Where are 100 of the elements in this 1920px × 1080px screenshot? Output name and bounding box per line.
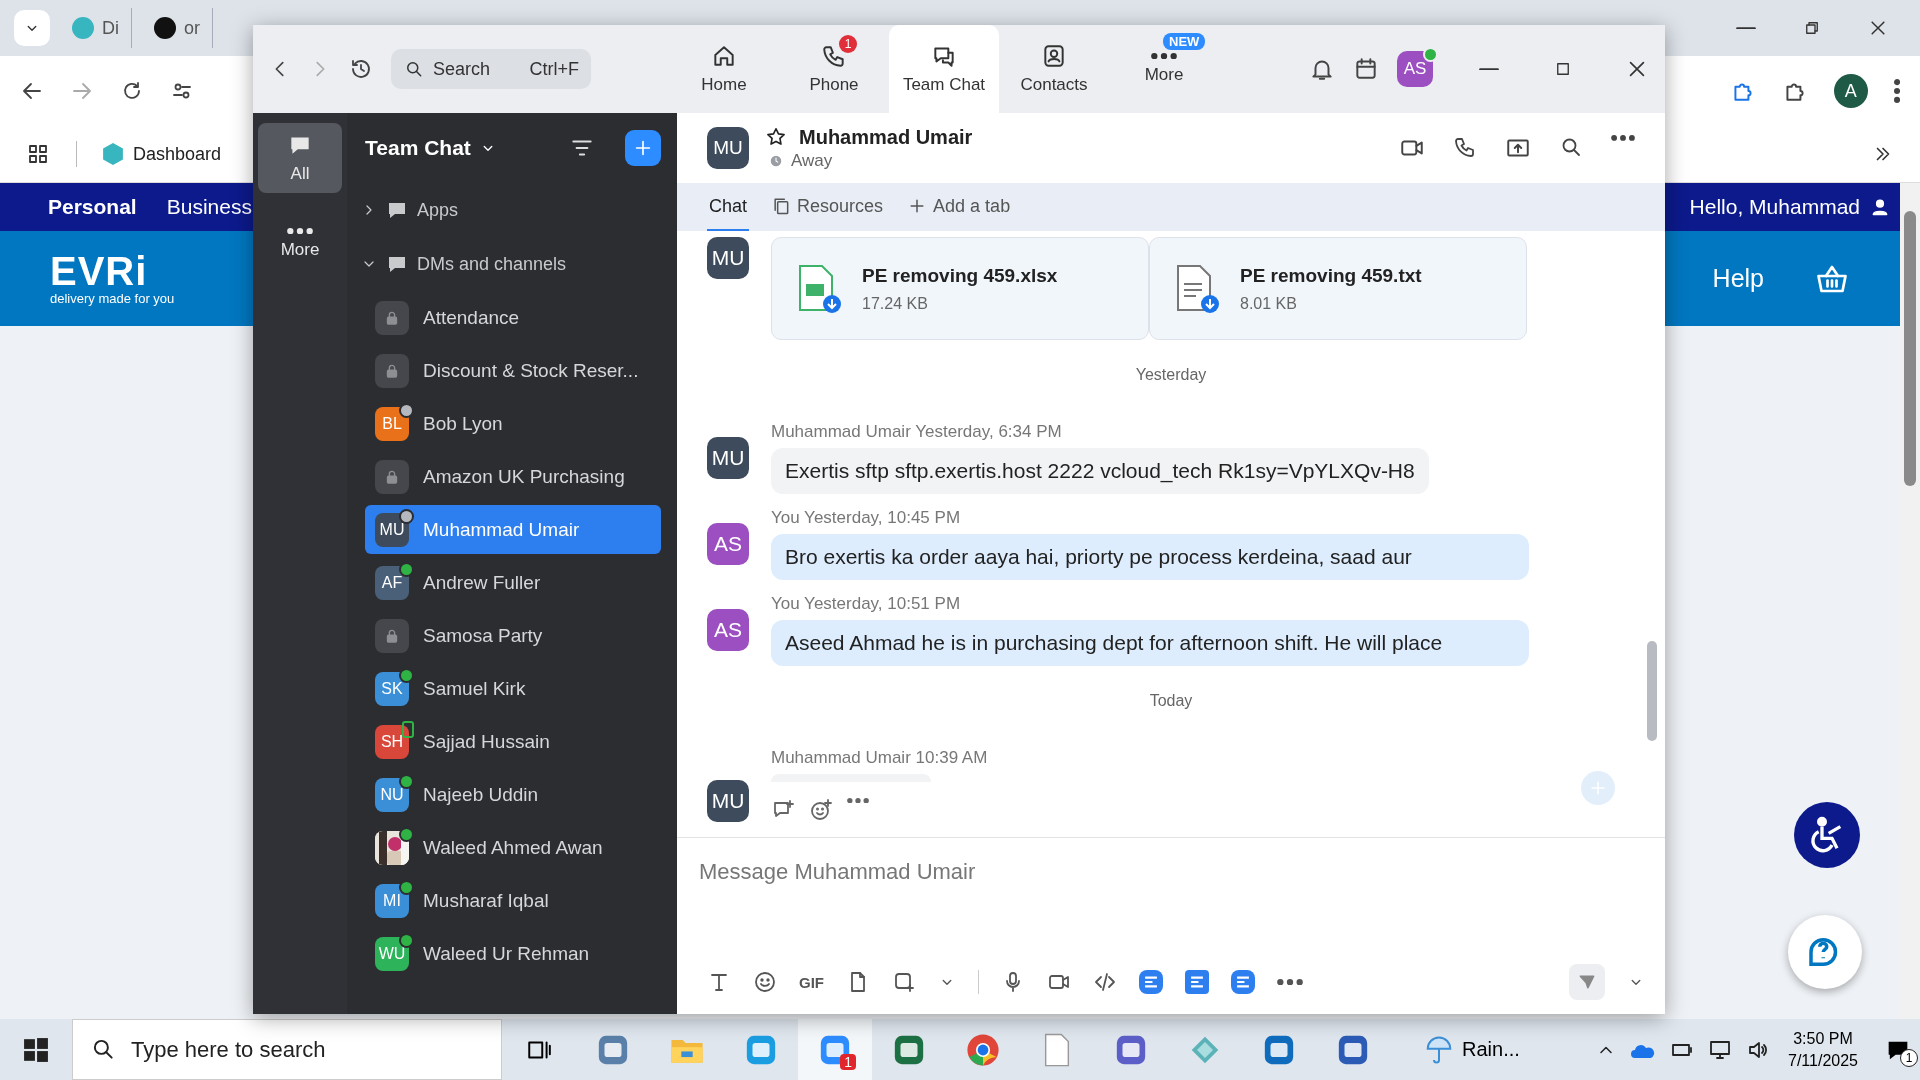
list-icon (1236, 975, 1250, 989)
menu-button[interactable] (1893, 79, 1900, 103)
section-header[interactable]: Apps (347, 183, 677, 237)
chat-list-item[interactable]: Attendance (365, 293, 661, 342)
chat-tab[interactable]: Add a tab (905, 183, 1013, 231)
calendar-icon (1353, 56, 1379, 82)
taskbar-search-field[interactable]: Type here to search (72, 1019, 502, 1080)
apps-button[interactable] (26, 142, 50, 166)
chat-list-item[interactable]: SK Samuel Kirk (365, 664, 661, 713)
message-bubble: Bro exertis ka order aaya hai, priorty pe process kerdeina, saad aur (771, 534, 1529, 580)
app-button[interactable] (1231, 970, 1255, 994)
screenshot-button[interactable] (892, 970, 916, 994)
app-button[interactable] (1139, 970, 1163, 994)
hexagon-icon (103, 143, 123, 165)
menu-icon (1893, 79, 1900, 103)
scrollbar[interactable] (1900, 183, 1920, 1019)
chat-list-item[interactable]: Amazon UK Purchasing (365, 452, 661, 501)
browser-tab[interactable]: Di (60, 8, 132, 48)
chat-list-item[interactable]: NU Najeeb Uddin (365, 770, 661, 819)
lock-icon (375, 459, 409, 494)
rail-item[interactable]: More (258, 209, 342, 279)
file-name: PE removing 459.xlsx (862, 264, 1058, 287)
spreadsheet-file-icon (796, 263, 842, 314)
shortcut-hint: Ctrl+F (529, 59, 579, 80)
site-nav-link[interactable]: Business (166, 195, 252, 219)
chat-list-item[interactable]: Waleed Ahmed Awan (365, 823, 661, 872)
profile-button[interactable]: A (1833, 74, 1868, 108)
chrome-icon (966, 1032, 1000, 1067)
more-button[interactable] (1277, 978, 1303, 986)
ellipsis-icon (1611, 135, 1635, 141)
umbrella-icon (1424, 1034, 1454, 1065)
message-bubble: Aseed Ahmad he is in purchasing dept for afternoon shift. He will place (771, 620, 1529, 666)
chat-list-item[interactable]: BL Bob Lyon (365, 399, 661, 448)
send-button[interactable] (1569, 964, 1605, 1000)
chat-tab[interactable]: Chat (707, 183, 750, 231)
minimize-icon (1736, 26, 1756, 30)
add-reaction-button[interactable] (809, 798, 833, 822)
ellipsis-icon (287, 227, 313, 235)
send-icon (1577, 972, 1597, 992)
app-button[interactable] (1185, 970, 1209, 994)
browser-tab[interactable]: or (142, 8, 213, 48)
avatar: AS (707, 523, 749, 565)
message-meta: You Yesterday, 10:45 PM (771, 508, 962, 528)
clock[interactable]: 3:50 PM 7/11/2025 (1770, 1027, 1876, 1072)
bookmark[interactable]: Dashboard (103, 143, 222, 165)
chat-list-item[interactable]: Discount & Stock Reser... (365, 346, 661, 395)
home-icon (711, 43, 737, 69)
file-size: 8.01 KB (1240, 294, 1298, 313)
ellipsis-icon (1277, 978, 1303, 986)
emoji-button[interactable] (753, 970, 777, 994)
section-header[interactable]: DMs and channels (347, 237, 677, 291)
calendar-button[interactable] (1353, 56, 1379, 82)
site-nav-link[interactable]: Personal (48, 195, 137, 219)
emoji-icon (753, 970, 777, 994)
chat-list-item[interactable]: Samosa Party (365, 611, 661, 660)
message-meta: You Yesterday, 10:51 PM (771, 594, 962, 614)
star-button[interactable] (765, 126, 787, 148)
nav-tab[interactable]: Team Chat (889, 25, 999, 113)
document-icon (1042, 1032, 1072, 1067)
star-icon (765, 126, 787, 148)
new-chat-button[interactable] (625, 130, 661, 166)
help-link[interactable]: Help (1712, 264, 1814, 293)
lock-icon (375, 300, 409, 335)
lock-icon (375, 353, 409, 388)
nav-tab[interactable]: 1 Phone (779, 25, 889, 113)
logo[interactable]: EVRi delivery made for you (50, 251, 175, 306)
file-card[interactable]: PE removing 459.xlsx 17.24 KB (771, 237, 1149, 340)
gif-button[interactable]: GIF (799, 973, 824, 991)
clock-icon (769, 153, 783, 168)
phone-icon (1453, 135, 1477, 159)
taskbar-app[interactable]: 1 (798, 1019, 872, 1080)
file-card[interactable]: PE removing 459.txt 8.01 KB (1149, 237, 1527, 340)
chat-tab[interactable]: Resources (769, 183, 886, 231)
chat-list-item[interactable]: MI Musharaf Iqbal (365, 876, 661, 925)
file-size: 17.24 KB (862, 294, 929, 313)
panel-title: Team Chat (365, 136, 471, 160)
help-chat-button[interactable] (1788, 915, 1862, 989)
chat-list-item[interactable]: WU Waleed Ur Rehman (365, 929, 661, 978)
nav-tab[interactable]: Home (669, 25, 779, 113)
rail-item[interactable]: All (258, 123, 342, 193)
chat-list-item[interactable]: AF Andrew Fuller (365, 558, 661, 607)
code-button[interactable] (1093, 970, 1117, 994)
chat-list-item[interactable]: MU Muhammad Umair (365, 505, 661, 554)
new-tag: NEW (1163, 33, 1206, 50)
phone-icon (821, 43, 847, 69)
date-divider: Yesterday (1135, 365, 1207, 385)
history-icon (349, 57, 373, 81)
search-icon (404, 59, 424, 79)
chat-list-item[interactable]: SH Sajjad Hussain (365, 717, 661, 766)
grid-icon (26, 142, 50, 166)
scrollbar[interactable] (1647, 641, 1657, 741)
nav-tab[interactable]: Contacts (999, 25, 1109, 113)
list-icon (1190, 975, 1204, 989)
notifications-button[interactable]: 1 (1876, 1024, 1920, 1075)
history-button[interactable] (349, 57, 373, 81)
nav-tab[interactable]: NEW More (1109, 25, 1219, 113)
avatar: MU (707, 237, 749, 279)
contact-card-icon (1041, 43, 1067, 69)
weather-widget[interactable]: Rain... (1390, 1034, 1544, 1065)
maximize-icon (1554, 60, 1572, 78)
